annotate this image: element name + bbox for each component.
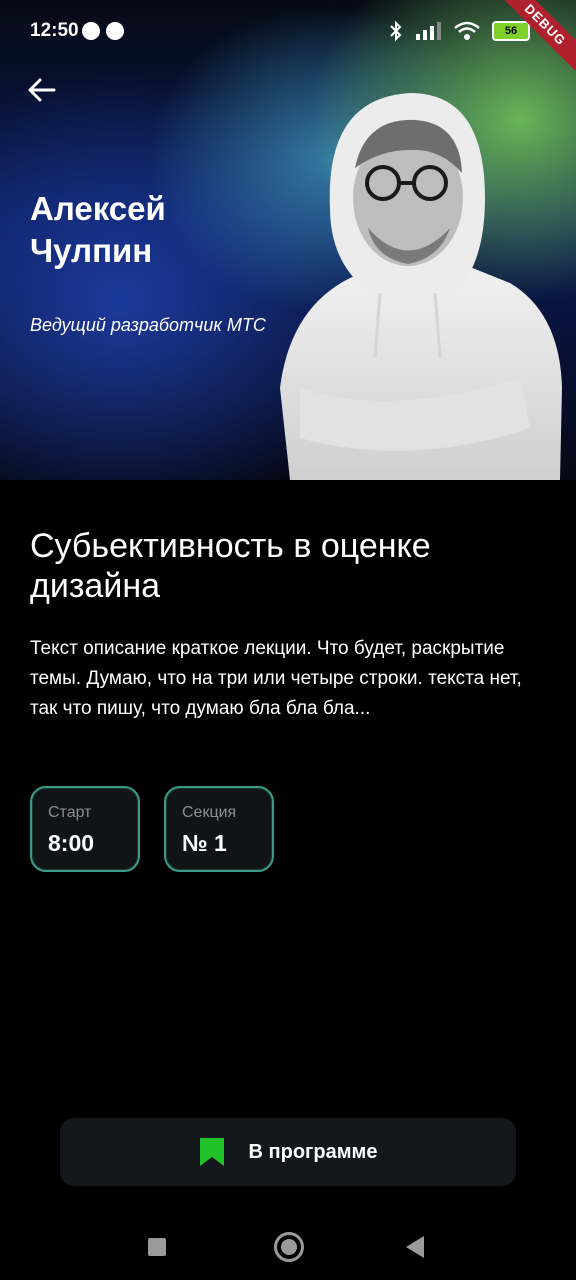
battery-icon: 56 xyxy=(492,21,530,41)
chip-value: № 1 xyxy=(182,830,227,856)
speaker-name: Алексей Чулпин xyxy=(30,190,166,269)
back-arrow-icon[interactable] xyxy=(26,74,58,106)
recents-icon[interactable] xyxy=(148,1238,166,1256)
lecture-title: Субьективность в оценке дизайна xyxy=(30,527,431,605)
wifi-icon xyxy=(454,21,480,40)
section-chip: Секция № 1 xyxy=(164,786,274,872)
notification-icon xyxy=(82,22,100,40)
back-icon[interactable] xyxy=(406,1236,424,1258)
speaker-hero: 12:50 56 DEBUG Алексей Чулпин Ведущий ра… xyxy=(0,0,576,480)
notification-icon xyxy=(106,22,124,40)
home-icon[interactable] xyxy=(274,1232,304,1262)
chip-label: Секция xyxy=(182,804,237,821)
chip-value: 8:00 xyxy=(48,830,95,856)
system-nav-bar xyxy=(0,1220,576,1270)
status-time: 12:50 xyxy=(30,20,79,41)
start-time-chip: Старт 8:00 xyxy=(30,786,140,872)
in-program-button-label: В программе xyxy=(248,1140,378,1163)
signal-icon xyxy=(416,22,441,40)
chip-label: Старт xyxy=(48,804,92,821)
bookmark-icon xyxy=(199,1138,224,1166)
status-bar: 12:50 56 DEBUG xyxy=(0,0,576,79)
bluetooth-icon xyxy=(390,20,402,42)
speaker-photo xyxy=(280,93,562,480)
lecture-description: Текст описание краткое лекции. Что будет… xyxy=(30,638,522,719)
speaker-role: Ведущий разработчик МТС xyxy=(30,315,266,335)
in-program-button[interactable]: В программе xyxy=(60,1118,516,1186)
